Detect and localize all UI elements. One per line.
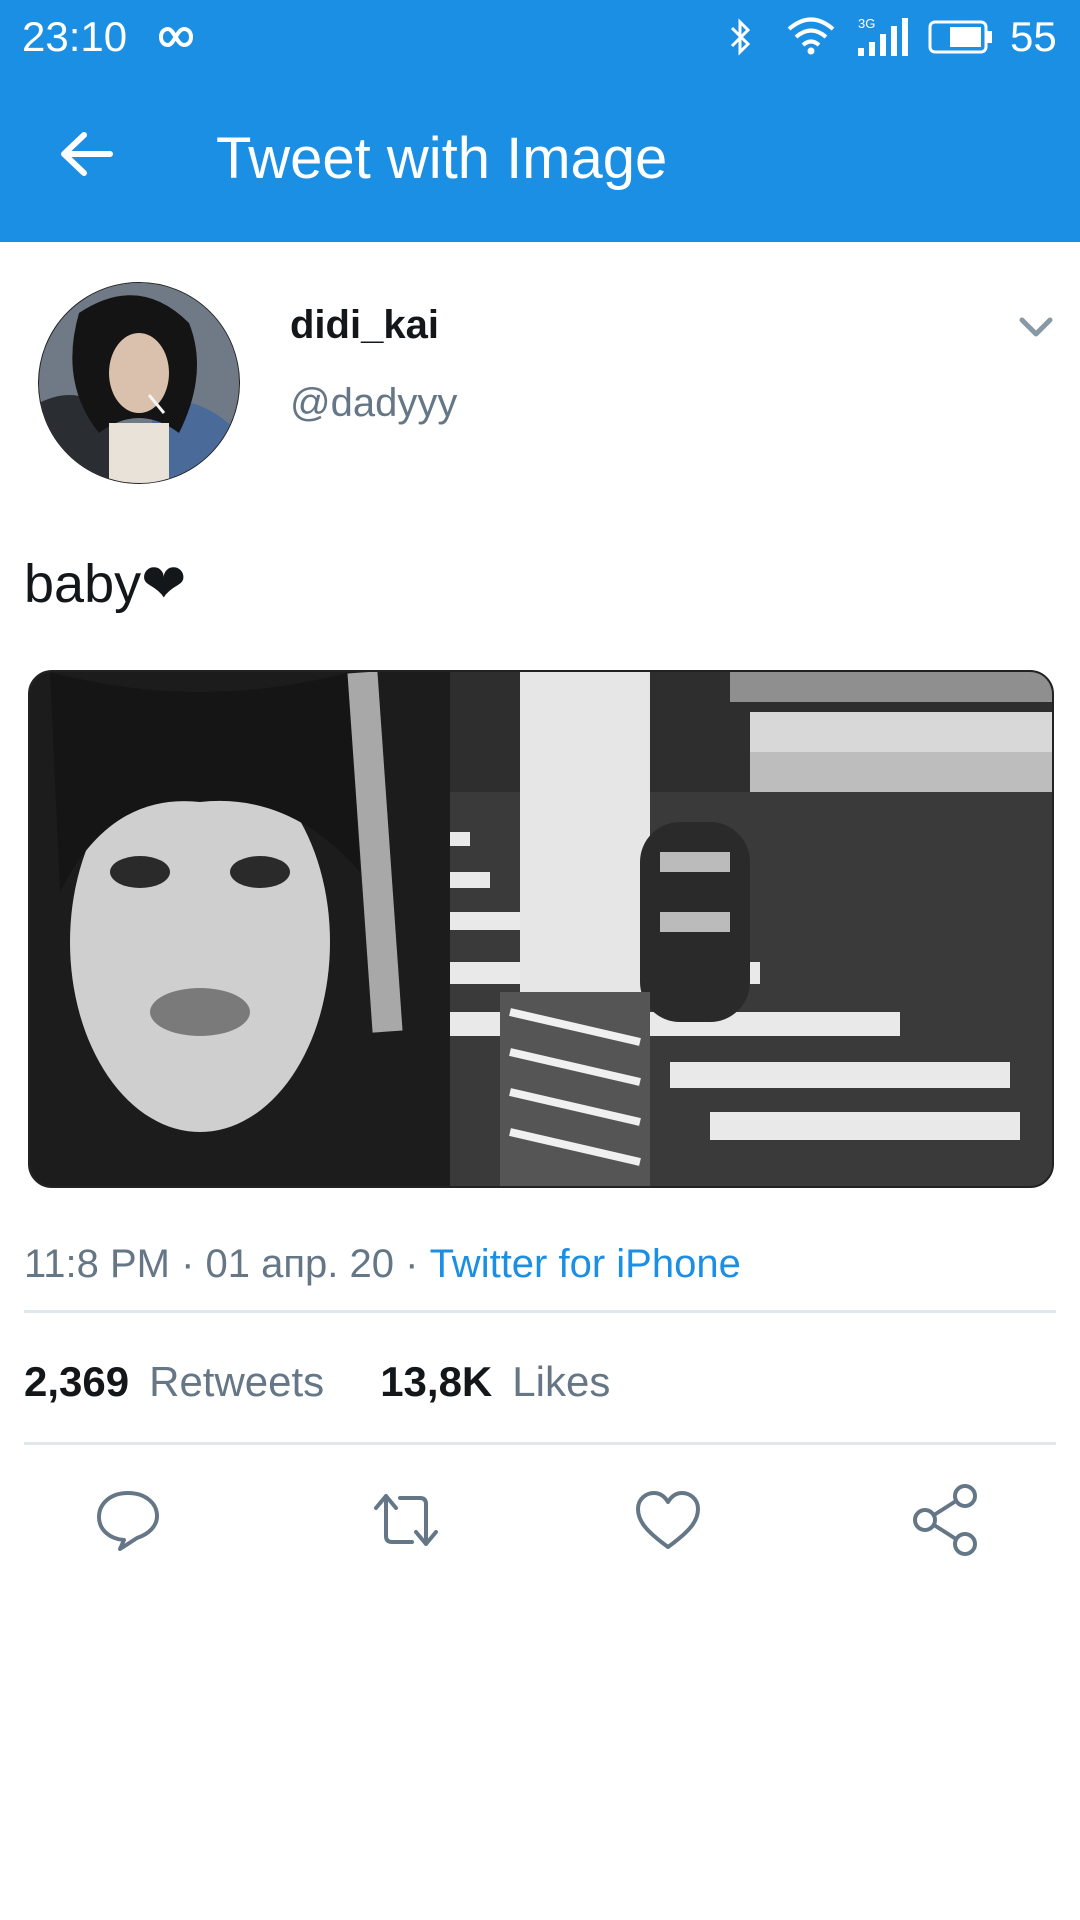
retweets-label: Retweets — [149, 1358, 325, 1405]
wifi-icon — [787, 17, 835, 55]
share-icon — [913, 1484, 977, 1556]
tweet-image[interactable] — [28, 670, 1054, 1188]
bluetooth-icon — [730, 18, 751, 56]
avatar[interactable] — [38, 282, 240, 484]
tweet-photo — [30, 672, 1052, 1186]
back-button[interactable] — [48, 116, 124, 192]
battery-icon — [928, 20, 992, 54]
likes-stat[interactable]: 13,8K Likes — [380, 1358, 610, 1405]
retweet-icon — [374, 1494, 438, 1546]
share-button[interactable] — [906, 1480, 986, 1560]
tweet-date: 01 апр. 20 — [205, 1242, 395, 1286]
tweet-time: 11:8 PM — [24, 1242, 170, 1286]
retweet-button[interactable] — [366, 1480, 446, 1560]
svg-text:3G: 3G — [858, 16, 875, 31]
heart-icon — [636, 1491, 700, 1549]
arrow-left-icon — [61, 132, 113, 176]
likes-label: Likes — [512, 1358, 611, 1405]
battery-level: 55 — [1010, 13, 1057, 60]
more-options-button[interactable] — [1016, 312, 1056, 342]
tweet-meta: 11:8 PM · 01 апр. 20 · Twitter for iPhon… — [24, 1236, 741, 1292]
display-name[interactable]: didi_kai — [290, 300, 439, 350]
retweets-count: 2,369 — [24, 1358, 130, 1405]
tweet-text: baby❤ — [24, 554, 187, 614]
user-handle[interactable]: @dadyyy — [290, 378, 457, 428]
page-title: Tweet with Image — [216, 126, 668, 191]
meta-separator: · — [170, 1242, 206, 1286]
infinity-icon — [158, 26, 194, 48]
avatar-image — [39, 283, 239, 483]
signal-3g-icon: 3G — [858, 16, 908, 56]
divider — [24, 1310, 1056, 1313]
like-button[interactable] — [628, 1480, 708, 1560]
retweets-stat[interactable]: 2,369 Retweets — [24, 1358, 324, 1405]
speech-bubble-icon — [97, 1491, 159, 1551]
status-bar: 23:10 3G 55 — [0, 0, 1080, 74]
chevron-down-icon — [1019, 317, 1053, 337]
reply-button[interactable] — [88, 1480, 168, 1560]
meta-separator: · — [394, 1242, 430, 1286]
likes-count: 13,8K — [380, 1358, 493, 1405]
status-time: 23:10 — [22, 13, 128, 60]
app-bar: Tweet with Image — [0, 74, 1080, 242]
tweet-stats: 2,369 Retweets 13,8K Likes — [24, 1352, 610, 1412]
tweet-source-link[interactable]: Twitter for iPhone — [430, 1242, 741, 1286]
divider — [24, 1442, 1056, 1445]
